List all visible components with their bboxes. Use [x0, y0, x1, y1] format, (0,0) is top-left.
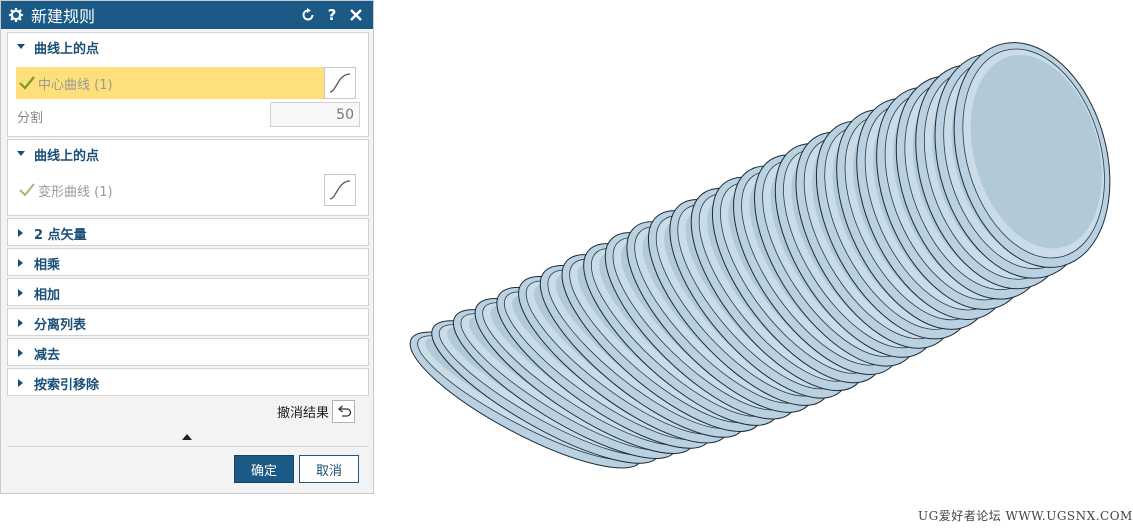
group-two-point-vector[interactable]: 2 点矢量 [7, 218, 369, 246]
group-subtract[interactable]: 减去 [7, 338, 369, 366]
group-label: 2 点矢量 [34, 227, 87, 243]
check-icon [18, 181, 36, 199]
chevron-up-icon [182, 434, 192, 440]
group-remove-by-index[interactable]: 按索引移除 [7, 368, 369, 396]
group-header[interactable]: 曲线上的点 [8, 33, 368, 61]
group-add[interactable]: 相加 [7, 278, 369, 306]
undo-icon [337, 405, 351, 417]
group-split-list[interactable]: 分离列表 [7, 308, 369, 336]
group-label: 减去 [34, 347, 61, 363]
undo-result-row: 撤消结果 [277, 400, 356, 423]
chevron-right-icon [16, 258, 26, 268]
new-rule-dialog: 新建规则 ? 曲线上的点 中心曲线 (1) 分割 50 曲线上的点 变形曲线 (… [0, 0, 374, 494]
undo-result-label: 撤消结果 [277, 406, 330, 421]
group-points-on-curve-2: 曲线上的点 变形曲线 (1) [7, 139, 369, 216]
select-curve-button[interactable] [324, 67, 356, 99]
chevron-right-icon [16, 288, 26, 298]
group-header[interactable]: 曲线上的点 [8, 140, 368, 168]
selection-text: 变形曲线 (1) [38, 184, 113, 200]
center-curve-selection[interactable]: 中心曲线 (1) [16, 67, 324, 99]
group-label: 曲线上的点 [34, 148, 100, 164]
check-icon [18, 74, 36, 92]
select-curve-button[interactable] [324, 174, 356, 206]
dialog-title-bar: 新建规则 ? [1, 1, 373, 29]
undo-button[interactable] [332, 400, 356, 423]
ok-button[interactable]: 确定 [234, 455, 294, 483]
segment-label: 分割 [17, 111, 44, 126]
chevron-right-icon [16, 228, 26, 238]
divider [7, 446, 369, 447]
close-icon[interactable] [345, 4, 367, 26]
gear-icon[interactable] [7, 6, 25, 24]
help-icon[interactable]: ? [321, 4, 343, 26]
watermark-text: UG爱好者论坛 WWW.UGSNX.COM [918, 509, 1133, 523]
model-viewport[interactable] [376, 0, 1133, 530]
segment-input[interactable] [270, 102, 360, 127]
cancel-button[interactable]: 取消 [299, 455, 359, 483]
chevron-right-icon [16, 378, 26, 388]
curve-icon [329, 180, 351, 200]
group-label: 相乘 [34, 257, 61, 273]
collapse-dialog-toggle[interactable] [180, 432, 194, 442]
selection-text: 中心曲线 (1) [38, 77, 113, 93]
group-label: 按索引移除 [34, 377, 100, 393]
reset-icon[interactable] [297, 4, 319, 26]
curve-icon [329, 73, 351, 93]
chevron-down-icon [16, 149, 26, 159]
group-label: 分离列表 [34, 317, 87, 333]
chevron-down-icon [16, 42, 26, 52]
group-multiply[interactable]: 相乘 [7, 248, 369, 276]
chevron-right-icon [16, 348, 26, 358]
dialog-title: 新建规则 [31, 7, 96, 26]
chevron-right-icon [16, 318, 26, 328]
group-points-on-curve-1: 曲线上的点 中心曲线 (1) 分割 [7, 32, 369, 137]
group-label: 相加 [34, 287, 61, 303]
deform-curve-selection[interactable]: 变形曲线 (1) [16, 174, 324, 206]
group-label: 曲线上的点 [34, 41, 100, 57]
